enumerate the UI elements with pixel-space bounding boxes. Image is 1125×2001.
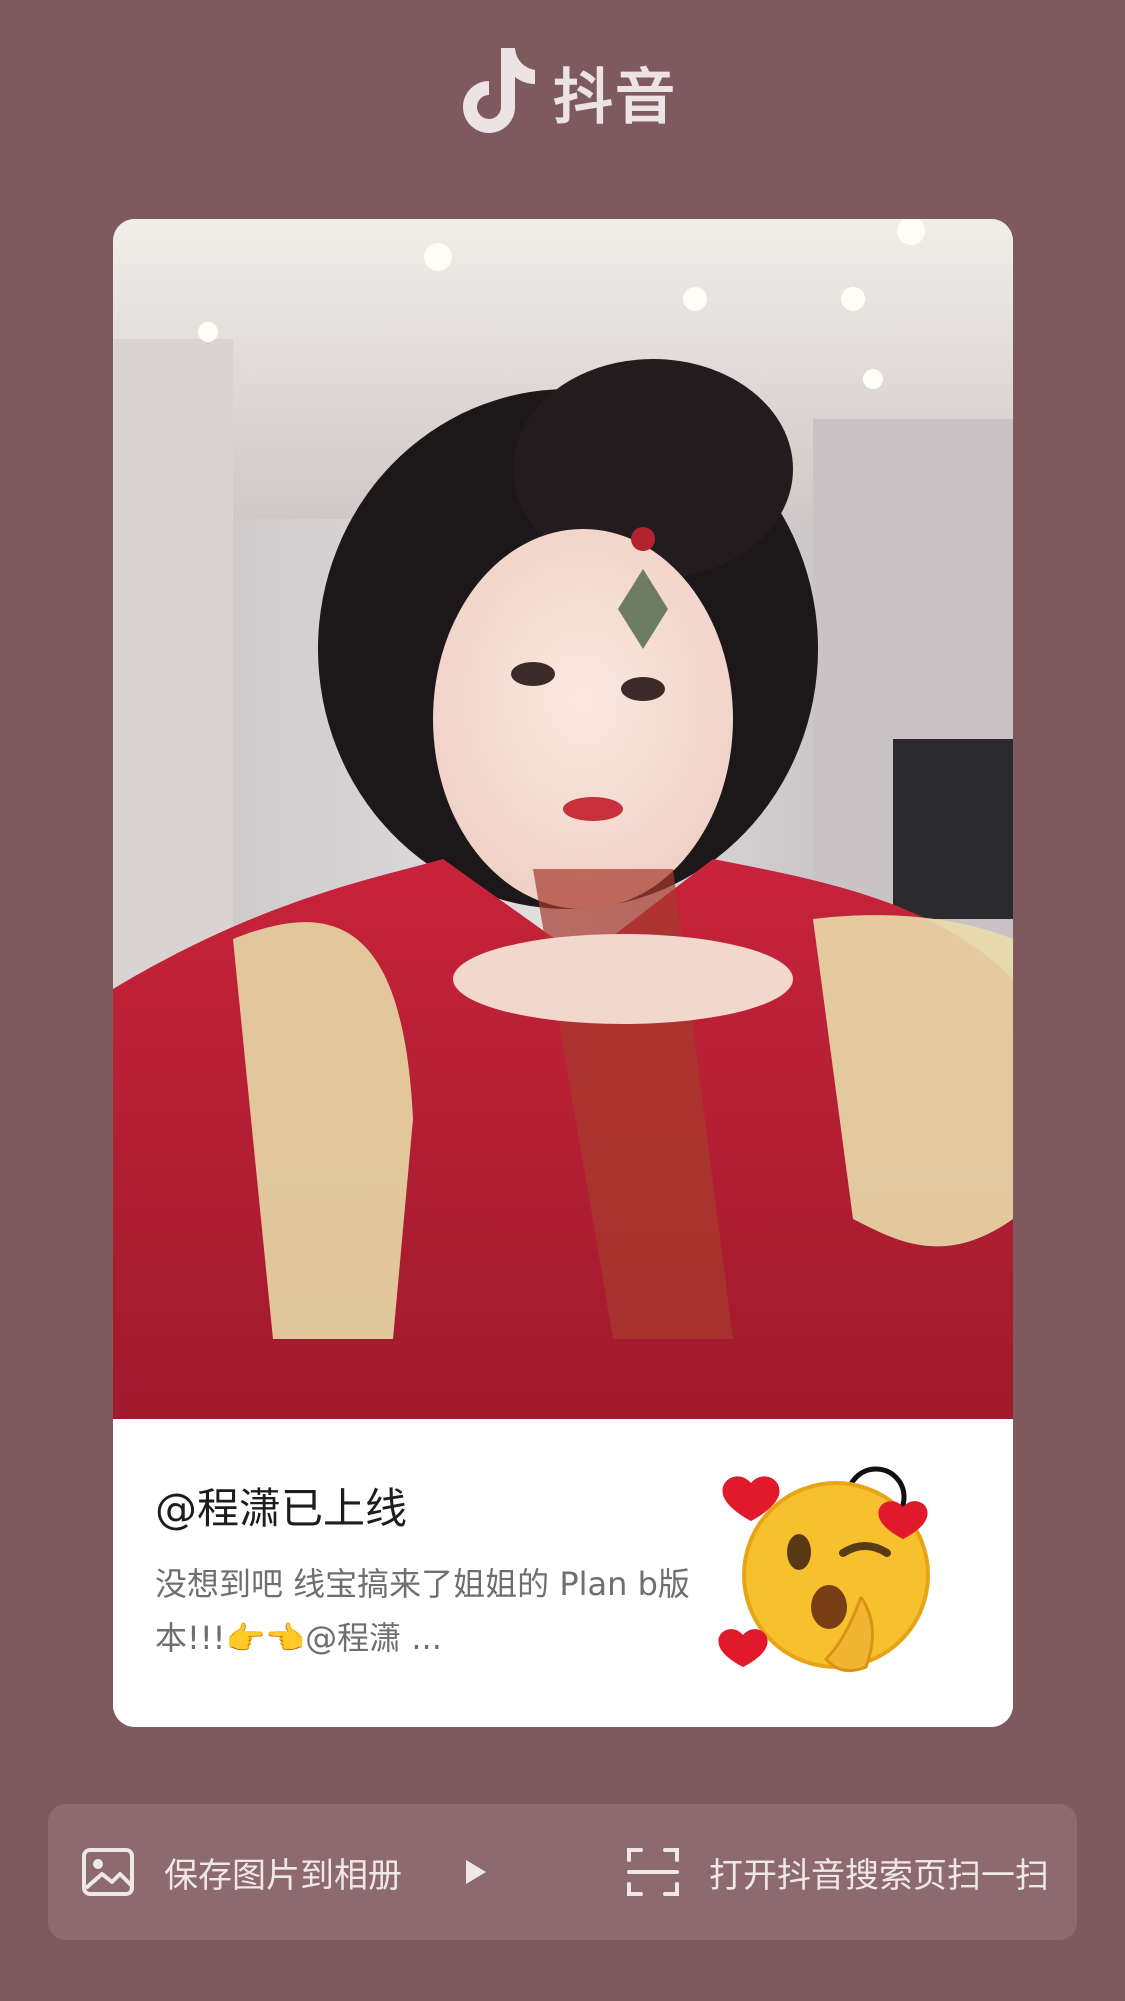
app-name: 抖音 (553, 62, 677, 133)
image-icon (82, 1848, 134, 1896)
save-image-button[interactable]: 保存图片到相册 (48, 1804, 402, 1940)
action-bar: 保存图片到相册 打开抖音搜索页扫一扫 (48, 1804, 1077, 1940)
open-scan-button[interactable]: 打开抖音搜索页扫一扫 (625, 1804, 1077, 1940)
play-triangle-icon (466, 1860, 486, 1884)
share-card[interactable]: @程潇已上线 没想到吧 线宝搞来了姐姐的 Plan b版本!!!👉👈@程潇 ..… (113, 219, 1013, 1727)
author-name: @程潇已上线 (155, 1484, 408, 1533)
video-cover-image (113, 219, 1013, 1419)
open-scan-label: 打开抖音搜索页扫一扫 (709, 1855, 1049, 1896)
card-caption: @程潇已上线 没想到吧 线宝搞来了姐姐的 Plan b版本!!!👉👈@程潇 ..… (113, 1419, 1013, 1727)
douyin-logo: 抖音 (455, 44, 677, 140)
blowing-kiss-emoji-icon (718, 1466, 930, 1673)
video-description: 没想到吧 线宝搞来了姐姐的 Plan b版本!!!👉👈@程潇 ... (155, 1565, 690, 1657)
save-image-label: 保存图片到相册 (164, 1855, 402, 1896)
scan-icon (627, 1848, 679, 1896)
douyin-note-icon (463, 48, 535, 133)
